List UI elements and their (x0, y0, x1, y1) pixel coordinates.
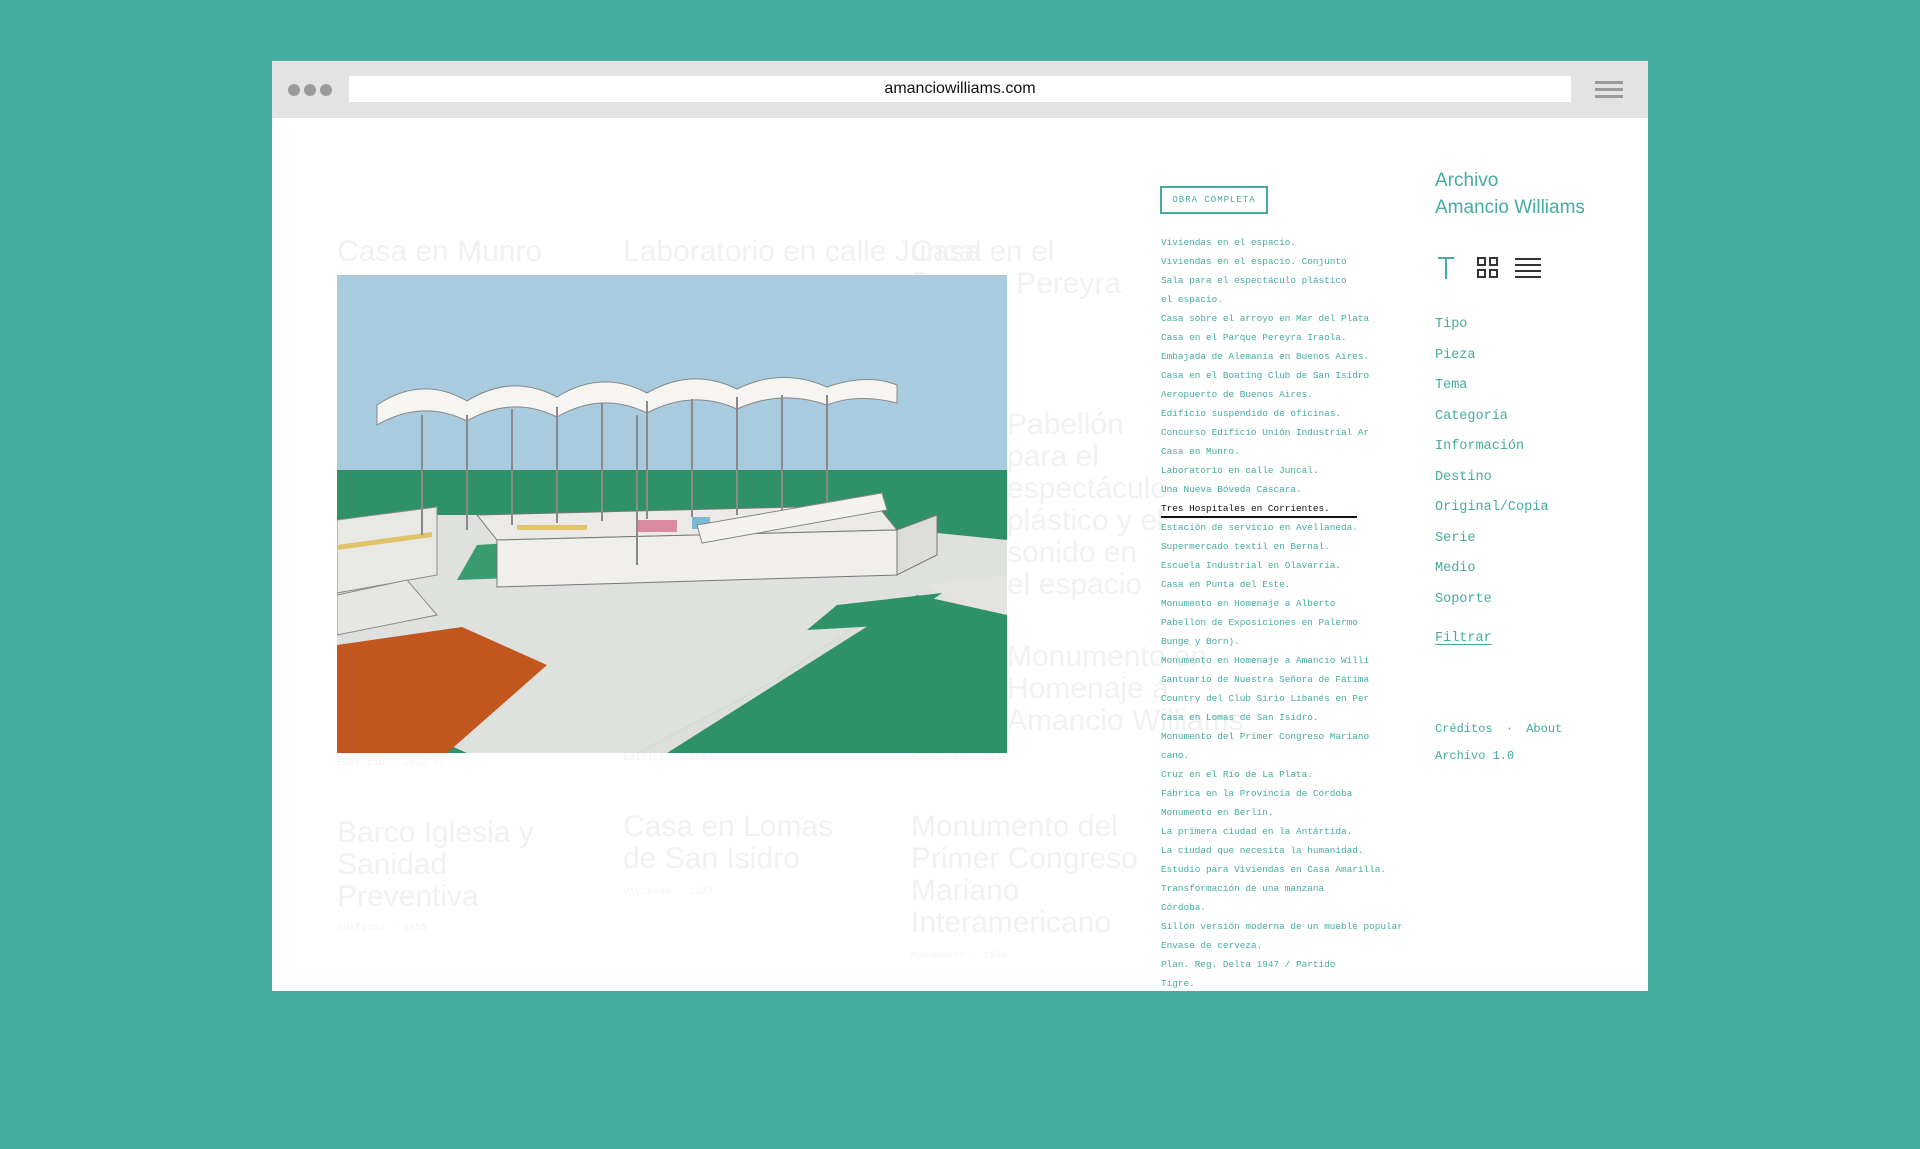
work-list-item[interactable]: Casa en Lomas de San Isidro. (1161, 708, 1401, 727)
about-link[interactable]: About (1526, 722, 1562, 736)
work-list-item[interactable]: Santuario de Nuestra Señora de Fátima (1161, 670, 1401, 689)
work-list-item[interactable]: Edificio suspendido de oficinas. (1161, 404, 1401, 423)
window-controls[interactable] (288, 84, 332, 96)
work-list-item[interactable]: La primera ciudad en la Antártida. (1161, 822, 1401, 841)
filter-item[interactable]: Tipo (1435, 310, 1548, 341)
work-list-item[interactable]: Fábrica en la Provincia de Córdoba (1161, 784, 1401, 803)
browser-chrome: amanciowilliams.com (272, 61, 1648, 118)
ghost-meta: Edificio · 1950 (623, 753, 714, 764)
work-list-item[interactable]: La ciudad que necesita la humanidad. (1161, 841, 1401, 860)
ghost-meta: Monumento · 1959 (911, 951, 1008, 962)
work-list-item[interactable]: Transformación de una manzana (1161, 879, 1401, 898)
project-artwork-image[interactable] (337, 275, 1007, 753)
work-list-item[interactable]: Viviendas en el espacio. (1161, 233, 1401, 252)
work-list-item[interactable]: Tres Hospitales en Corrientes. (1161, 499, 1357, 518)
ghost-title: Casa en Lomas de San Isidro (623, 810, 834, 875)
filter-item[interactable]: Destino (1435, 463, 1548, 494)
work-list-item[interactable]: Supermercado textil en Bernal. (1161, 537, 1401, 556)
hamburger-menu-icon[interactable] (1595, 81, 1623, 99)
work-list-item[interactable]: Monumento en Homenaje a Amancio Willi (1161, 651, 1401, 670)
work-list-item[interactable]: Viviendas en el espacio. Conjunto (1161, 252, 1401, 271)
credits-link[interactable]: Créditos (1435, 722, 1493, 736)
work-list-item[interactable]: Concurso Edificio Unión Industrial Ar (1161, 423, 1401, 442)
filter-item[interactable]: Tema (1435, 371, 1548, 402)
work-list-item[interactable]: Sillón versión moderna de un mueble popu… (1161, 917, 1401, 936)
work-list-item[interactable]: Casa en el Boating Club de San Isidro (1161, 366, 1401, 385)
filter-item[interactable]: Medio (1435, 554, 1548, 585)
footer-links: Créditos · About Archivo 1.0 (1435, 716, 1562, 770)
grid-view-icon[interactable] (1475, 255, 1501, 281)
work-list-item[interactable]: Estudio para Viviendas en Casa Amarilla. (1161, 860, 1401, 879)
work-list-item[interactable]: Escuela Industrial en Olavarría. (1161, 556, 1401, 575)
filter-item[interactable]: Categoría (1435, 402, 1548, 433)
filter-item[interactable]: Información (1435, 432, 1548, 463)
obra-completa-button[interactable]: OBRA COMPLETA (1160, 186, 1268, 214)
ghost-meta: Monumento · 1948 (911, 753, 1008, 764)
work-list-item[interactable]: Casa en Punta del Este. (1161, 575, 1401, 594)
work-list-item[interactable]: Pabellón de Exposiciones en Palermo (1161, 613, 1401, 632)
footer-separator: · (1505, 722, 1514, 736)
work-list-item[interactable]: Tigre. (1161, 974, 1401, 991)
work-list-item[interactable]: Casa en el Parque Pereyra Iraola. (1161, 328, 1401, 347)
work-list-item[interactable]: Monumento del Primer Congreso Mariano (1161, 727, 1401, 746)
work-list-item[interactable]: Aeropuerto de Buenos Aires. (1161, 385, 1401, 404)
filter-item[interactable]: Pieza (1435, 341, 1548, 372)
brand-line-2: Amancio Williams (1435, 197, 1585, 218)
site-logo[interactable]: Archivo Amancio Williams (1435, 167, 1585, 221)
work-list-item[interactable]: el espacio. (1161, 290, 1401, 309)
list-view-icon[interactable] (1515, 255, 1541, 281)
ghost-title: Casa en Munro (337, 235, 543, 268)
ghost-meta: Edificio · 1948-51 (337, 758, 446, 769)
window-dot[interactable] (304, 84, 316, 96)
window-dot[interactable] (288, 84, 300, 96)
work-list-item[interactable]: Una Nueva Bóveda Cáscara. (1161, 480, 1401, 499)
filtrar-link[interactable]: Filtrar (1435, 631, 1492, 646)
work-list-item[interactable]: Bunge y Born). (1161, 632, 1401, 651)
work-list-item[interactable]: Envase de cerveza. (1161, 936, 1401, 955)
filter-item[interactable]: Soporte (1435, 585, 1548, 616)
ghost-meta: Vivienda · 1957 (623, 887, 714, 898)
filter-item[interactable]: Serie (1435, 524, 1548, 555)
work-list-item[interactable]: Monumento en Homenaje a Alberto (1161, 594, 1401, 613)
window-dot[interactable] (320, 84, 332, 96)
browser-window: amanciowilliams.com Casa en Munro Edific… (272, 61, 1648, 991)
filter-item[interactable]: Original/Copia (1435, 493, 1548, 524)
work-list-item[interactable]: Laboratorio en calle Juncal. (1161, 461, 1401, 480)
ghost-title: Monumento del Primer Congreso Mariano In… (911, 810, 1138, 939)
work-list-item[interactable]: Plan. Reg. Delta 1947 / Partido (1161, 955, 1401, 974)
work-list-item[interactable]: Córdoba. (1161, 898, 1401, 917)
address-bar[interactable]: amanciowilliams.com (349, 76, 1571, 102)
work-list-item[interactable]: cano. (1161, 746, 1401, 765)
ghost-meta: Edificio · 1955 (337, 923, 428, 934)
works-list: Viviendas en el espacio. Viviendas en el … (1161, 233, 1401, 991)
ghost-title: Pabellón para el espectáculo plástico y … (1007, 408, 1168, 601)
work-list-item[interactable]: Monumento en Berlín. (1161, 803, 1401, 822)
brand-line-1: Archivo (1435, 170, 1499, 191)
text-view-icon[interactable] (1435, 255, 1461, 281)
version-label: Archivo 1.0 (1435, 749, 1515, 763)
ghost-title: Barco Iglesia y Sanidad Preventiva (337, 816, 534, 913)
work-list-item[interactable]: Estación de servicio en Avellaneda. (1161, 518, 1401, 537)
work-list-item[interactable]: Sala para el espectáculo plástico (1161, 271, 1401, 290)
work-list-item[interactable]: Casa sobre el arroyo en Mar del Plata (1161, 309, 1401, 328)
filter-menu: Tipo Pieza Tema Categoría Información Destino… (1435, 310, 1548, 615)
work-list-item[interactable]: Country del Club Sirio Libanés en Per (1161, 689, 1401, 708)
work-list-item[interactable]: Embajada de Alemania en Buenos Aires. (1161, 347, 1401, 366)
work-list-item[interactable]: Cruz en el Río de La Plata. (1161, 765, 1401, 784)
view-switcher (1435, 255, 1541, 281)
work-list-item[interactable]: Casa en Munro. (1161, 442, 1401, 461)
